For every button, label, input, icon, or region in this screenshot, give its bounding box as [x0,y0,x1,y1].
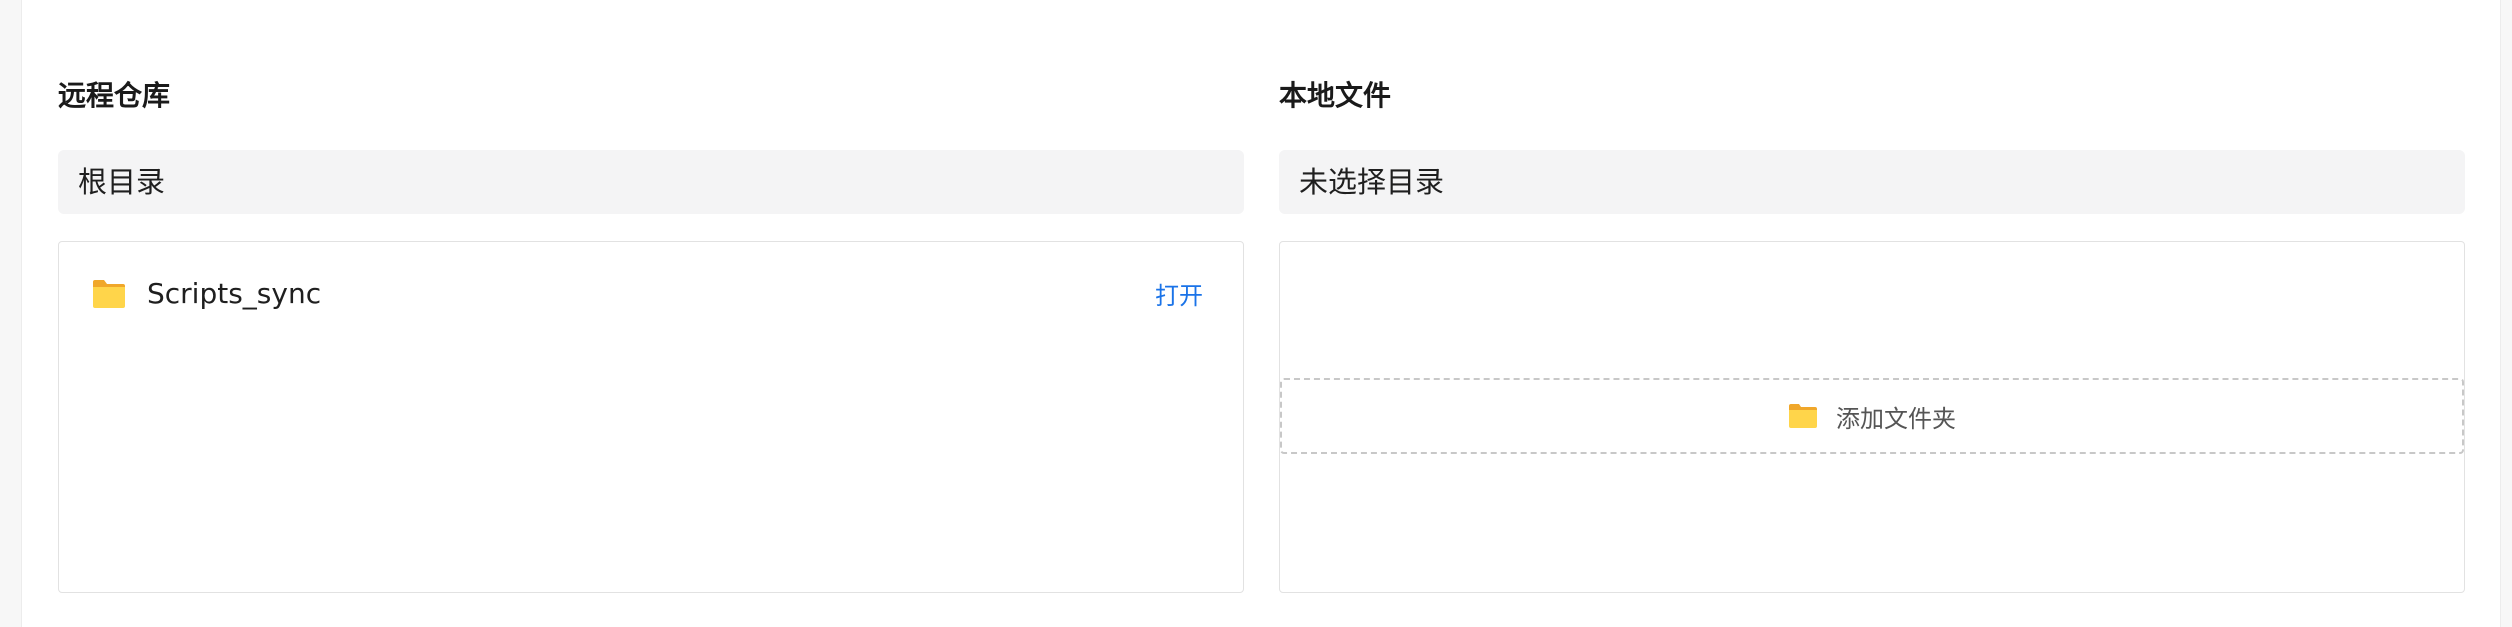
list-item[interactable]: Scripts_sync 打开 [59,264,1243,324]
folder-icon [1789,404,1817,428]
add-folder-label: 添加文件夹 [1836,404,1956,433]
remote-panel: 远程仓库 根目录 Scripts_sync 打开 [58,0,1244,627]
sync-card: 远程仓库 根目录 Scripts_sync 打开 本地文件 未选择目录 添加文件… [21,0,2501,627]
remote-path-bar: 根目录 [58,150,1244,214]
add-folder-button[interactable]: 添加文件夹 [1280,378,2464,454]
local-path-bar: 未选择目录 [1279,150,2465,214]
remote-file-list: Scripts_sync 打开 [58,241,1244,593]
local-panel-title: 本地文件 [1279,79,1392,112]
remote-panel-title: 远程仓库 [58,79,171,112]
folder-icon [93,280,125,308]
file-name: Scripts_sync [147,277,322,310]
open-button[interactable]: 打开 [1155,264,1203,328]
local-panel: 本地文件 未选择目录 添加文件夹 [1279,0,2465,627]
local-file-list: 添加文件夹 [1279,241,2465,593]
